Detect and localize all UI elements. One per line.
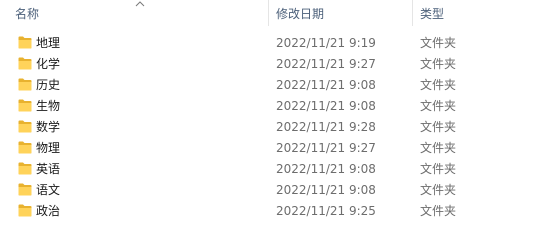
file-type: 文件夹 (420, 120, 457, 134)
file-row[interactable]: 数学 2022/11/21 9:28 文件夹 (0, 117, 535, 138)
column-header-type-label: 类型 (420, 7, 445, 21)
file-row[interactable]: 政治 2022/11/21 9:25 文件夹 (0, 201, 535, 222)
file-row[interactable]: 物理 2022/11/21 9:27 文件夹 (0, 138, 535, 159)
folder-icon (18, 99, 32, 112)
folder-icon (18, 162, 32, 175)
file-date-modified: 2022/11/21 9:27 (276, 57, 376, 71)
file-date-modified: 2022/11/21 9:25 (276, 204, 376, 218)
file-name: 地理 (36, 36, 61, 50)
file-date-modified: 2022/11/21 9:27 (276, 141, 376, 155)
file-date-modified: 2022/11/21 9:28 (276, 120, 376, 134)
file-type: 文件夹 (420, 99, 457, 113)
folder-icon (18, 141, 32, 154)
file-date-modified: 2022/11/21 9:08 (276, 78, 376, 92)
file-name: 生物 (36, 99, 61, 113)
file-row[interactable]: 历史 2022/11/21 9:08 文件夹 (0, 75, 535, 96)
file-name: 化学 (36, 57, 61, 71)
file-date-modified: 2022/11/21 9:08 (276, 99, 376, 113)
file-type: 文件夹 (420, 141, 457, 155)
file-name: 政治 (36, 204, 61, 218)
column-header-date-modified[interactable]: 修改日期 (270, 0, 412, 28)
column-divider[interactable] (268, 0, 269, 26)
file-type: 文件夹 (420, 78, 457, 92)
file-row[interactable]: 英语 2022/11/21 9:08 文件夹 (0, 159, 535, 180)
folder-icon (18, 36, 32, 49)
file-type: 文件夹 (420, 57, 457, 71)
column-header-type[interactable]: 类型 (414, 0, 535, 28)
file-name: 英语 (36, 162, 61, 176)
file-type: 文件夹 (420, 36, 457, 50)
folder-icon (18, 78, 32, 91)
file-type: 文件夹 (420, 183, 457, 197)
column-header-bar: 名称 修改日期 类型 (0, 0, 535, 28)
file-date-modified: 2022/11/21 9:08 (276, 162, 376, 176)
folder-icon (18, 183, 32, 196)
file-row[interactable]: 语文 2022/11/21 9:08 文件夹 (0, 180, 535, 201)
file-date-modified: 2022/11/21 9:19 (276, 36, 376, 50)
folder-icon (18, 120, 32, 133)
file-type: 文件夹 (420, 204, 457, 218)
file-type: 文件夹 (420, 162, 457, 176)
file-row[interactable]: 生物 2022/11/21 9:08 文件夹 (0, 96, 535, 117)
file-row[interactable]: 化学 2022/11/21 9:27 文件夹 (0, 54, 535, 75)
file-name: 历史 (36, 78, 61, 92)
column-header-name-label: 名称 (15, 7, 40, 21)
file-name: 数学 (36, 120, 61, 134)
sort-up-icon (135, 1, 145, 7)
file-name: 物理 (36, 141, 61, 155)
column-header-date-label: 修改日期 (276, 7, 325, 21)
column-divider[interactable] (412, 0, 413, 26)
file-list-view: 名称 修改日期 类型 地理 2022/11/21 9:19 文件夹 化学 2022/11… (0, 0, 535, 247)
file-row[interactable]: 地理 2022/11/21 9:19 文件夹 (0, 33, 535, 54)
folder-icon (18, 57, 32, 70)
file-date-modified: 2022/11/21 9:08 (276, 183, 376, 197)
file-name: 语文 (36, 183, 61, 197)
folder-icon (18, 204, 32, 217)
